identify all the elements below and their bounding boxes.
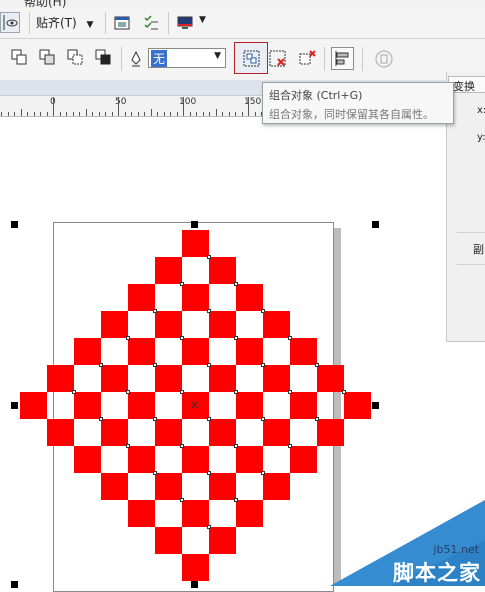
checker-square[interactable] [128,392,155,419]
checker-square[interactable] [263,365,290,392]
shape-node[interactable] [261,417,265,421]
checker-square[interactable] [290,392,317,419]
checker-square[interactable] [182,554,209,581]
checker-square[interactable] [128,446,155,473]
checker-square[interactable] [317,365,344,392]
checker-square[interactable] [236,500,263,527]
shape-node[interactable] [153,471,157,475]
shape-node[interactable] [126,336,130,340]
checker-square[interactable] [47,419,74,446]
checker-square[interactable] [101,365,128,392]
checker-square[interactable] [182,446,209,473]
shape-node[interactable] [315,417,319,421]
shape-node[interactable] [153,417,157,421]
shape-node[interactable] [261,471,265,475]
checker-square[interactable] [74,338,101,365]
shape-node[interactable] [207,363,211,367]
watermark-name: 脚本之家 [393,561,481,585]
shape-node[interactable] [207,255,211,259]
checker-square[interactable] [155,311,182,338]
checker-square[interactable] [101,311,128,338]
shape-node[interactable] [315,363,319,367]
checker-square[interactable] [101,419,128,446]
checker-square[interactable] [209,527,236,554]
checker-square[interactable] [209,311,236,338]
checkerboard-group[interactable] [0,0,485,586]
shape-node[interactable] [180,498,184,502]
selection-handle-right[interactable] [372,402,379,409]
rotation-center-icon[interactable]: ✕ [190,400,199,411]
checker-square[interactable] [128,500,155,527]
selection-handle-top-right[interactable] [372,221,379,228]
shape-node[interactable] [234,444,238,448]
shape-node[interactable] [234,282,238,286]
checker-square[interactable] [209,473,236,500]
checker-square[interactable] [209,419,236,446]
checker-square[interactable] [182,230,209,257]
shape-node[interactable] [207,417,211,421]
checker-square[interactable] [263,473,290,500]
checker-square[interactable] [182,500,209,527]
checker-square[interactable] [47,365,74,392]
selection-handle-bottom-left[interactable] [11,581,18,588]
shape-node[interactable] [234,336,238,340]
checker-square[interactable] [236,338,263,365]
shape-node[interactable] [207,309,211,313]
shape-node[interactable] [234,390,238,394]
watermark-url: jb51.net [433,543,479,556]
selection-handle-top[interactable] [191,221,198,228]
checker-square[interactable] [290,446,317,473]
checker-square[interactable] [209,365,236,392]
shape-node[interactable] [234,498,238,502]
shape-node[interactable] [342,390,346,394]
shape-node[interactable] [207,525,211,529]
shape-node[interactable] [180,336,184,340]
shape-node[interactable] [99,417,103,421]
selection-handle-bottom[interactable] [191,581,198,588]
checker-square[interactable] [236,284,263,311]
checker-square[interactable] [344,392,371,419]
shape-node[interactable] [261,309,265,313]
shape-node[interactable] [207,471,211,475]
checker-square[interactable] [182,338,209,365]
shape-node[interactable] [72,390,76,394]
shape-node[interactable] [153,363,157,367]
checker-square[interactable] [236,446,263,473]
shape-node[interactable] [288,336,292,340]
shape-node[interactable] [288,444,292,448]
checker-square[interactable] [74,446,101,473]
checker-square[interactable] [236,392,263,419]
selection-handle-top-left[interactable] [11,221,18,228]
checker-square[interactable] [290,338,317,365]
checker-square[interactable] [317,419,344,446]
checker-square[interactable] [182,284,209,311]
shape-node[interactable] [153,309,157,313]
shape-node[interactable] [180,282,184,286]
selection-handle-left[interactable] [11,402,18,409]
shape-node[interactable] [180,444,184,448]
checker-square[interactable] [263,419,290,446]
shape-node[interactable] [288,390,292,394]
checker-square[interactable] [209,257,236,284]
checker-square[interactable] [155,527,182,554]
checker-square[interactable] [263,311,290,338]
shape-node[interactable] [126,390,130,394]
shape-node[interactable] [99,363,103,367]
checker-square[interactable] [155,473,182,500]
checker-square[interactable] [128,338,155,365]
checker-square[interactable] [20,392,47,419]
shape-node[interactable] [126,444,130,448]
checker-square[interactable] [155,419,182,446]
checker-square[interactable] [155,365,182,392]
checker-square[interactable] [155,257,182,284]
checker-square[interactable] [101,473,128,500]
shape-node[interactable] [180,390,184,394]
shape-node[interactable] [261,363,265,367]
checker-square[interactable] [74,392,101,419]
checker-square[interactable] [128,284,155,311]
